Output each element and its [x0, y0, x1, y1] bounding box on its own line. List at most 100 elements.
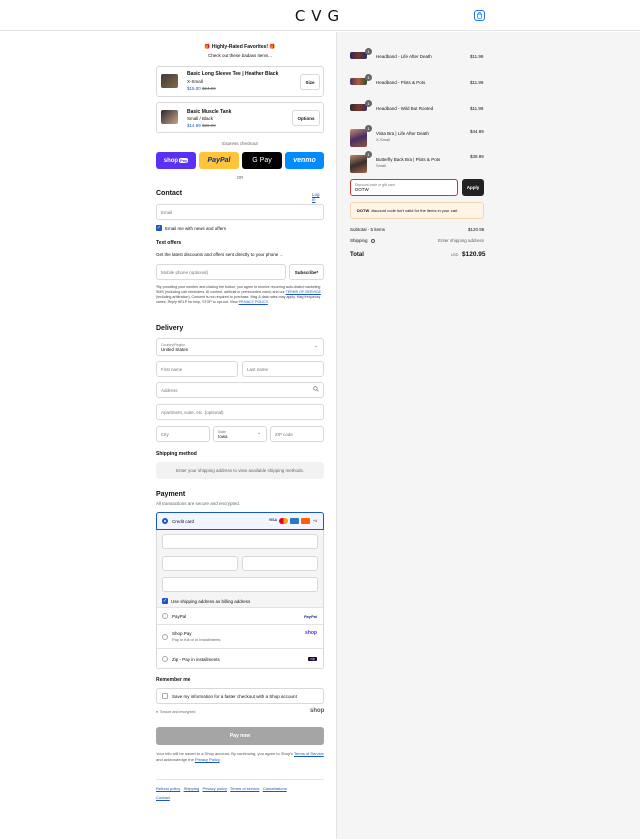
cart-bag-button[interactable]: [474, 10, 485, 21]
card-form: ✓ Use shipping address as billing addres…: [157, 530, 323, 607]
upsell-price: $14.99: [187, 123, 201, 128]
upsell-item: Basic Long Sleeve Tee | Heather Black X-…: [156, 66, 324, 97]
discover-icon: [301, 518, 310, 524]
payment-methods: Credit card VISA +4 ✓ Use shipping addre…: [156, 512, 324, 669]
footer-link-terms[interactable]: Terms of service: [230, 786, 259, 791]
terms-link[interactable]: TERMS OF SERVICE: [286, 290, 321, 294]
country-value: United States: [161, 346, 189, 352]
zip-option[interactable]: Zip - Pay in installments zip: [157, 648, 323, 669]
lock-icon: ●: [156, 710, 159, 714]
shipping-value: Enter shipping address: [438, 238, 485, 243]
cart-item: 1 Vista Bra | Life After Death X-Small: [350, 125, 485, 149]
info-icon[interactable]: [370, 238, 375, 243]
upsell-name: Basic Muscle Tank: [187, 109, 232, 115]
zip-field[interactable]: ZIP code: [270, 426, 324, 442]
chevron-down-icon: ⌄: [278, 252, 284, 257]
text-offers-title: Text offers: [156, 240, 182, 246]
zip-radio[interactable]: [162, 656, 168, 662]
upsell-compare-price: $24.99: [202, 86, 216, 91]
shop-pay-option[interactable]: Shop Pay Pay in full or in installments …: [157, 624, 323, 648]
credit-card-option[interactable]: Credit card VISA +4: [156, 512, 324, 530]
email-field[interactable]: Email: [156, 204, 324, 220]
shop-pay-radio[interactable]: [162, 633, 168, 640]
paypal-radio[interactable]: [162, 613, 168, 619]
upsell-variant: Small / Black: [187, 116, 214, 121]
cart-item-price: $11.99: [470, 54, 484, 59]
mobile-phone-field[interactable]: Mobile phone (optional): [156, 264, 286, 280]
remember-me-option[interactable]: Save my information for a faster checkou…: [156, 688, 324, 704]
cart-item-variant: X-Small: [376, 137, 391, 142]
chevron-down-icon: ⌄: [314, 343, 319, 349]
footer-link-privacy[interactable]: Privacy policy: [203, 786, 227, 791]
footer-link-contact[interactable]: Contact: [156, 795, 170, 800]
country-select[interactable]: Country/Region United States: [156, 338, 324, 356]
cart-item: 1 Headband - Life After Death: [350, 48, 485, 64]
upsell-variant: X-Small: [187, 79, 203, 84]
google-pay-button[interactable]: G Pay: [242, 152, 282, 169]
upsell-name: Basic Long Sleeve Tee | Heather Black: [187, 71, 279, 77]
product-thumbnail: [350, 155, 367, 173]
footer-link-cancellations[interactable]: Cancellations: [263, 786, 287, 791]
apartment-field[interactable]: Apartment, suite, etc. (optional): [156, 404, 324, 420]
options-button[interactable]: Options: [292, 110, 320, 126]
news-label: Email me with news and offers: [165, 225, 226, 231]
footer-links: Refund policy Shipping Privacy policy Te…: [156, 784, 324, 802]
name-on-card-field[interactable]: [162, 577, 318, 592]
cart-item-name: Headband - Wild But Rooted: [376, 106, 434, 111]
security-code-field[interactable]: [242, 556, 318, 571]
news-checkbox[interactable]: ✓: [156, 225, 162, 231]
shop-privacy-link[interactable]: Privacy Policy: [195, 757, 220, 762]
subscribe-button[interactable]: Subscribe*: [289, 264, 324, 280]
billing-checkbox-row[interactable]: ✓ Use shipping address as billing addres…: [162, 598, 250, 604]
cart-item-name: Butterfly Back Bra | Plots & Pots: [376, 157, 441, 162]
last-name-field[interactable]: Last name: [242, 361, 324, 377]
address-field[interactable]: Address: [156, 382, 324, 398]
state-value: Iowa: [218, 433, 228, 439]
card-number-field[interactable]: [162, 534, 318, 549]
login-link[interactable]: Log in: [312, 192, 324, 202]
shipping-method-title: Shipping method: [156, 451, 197, 457]
shop-terms-link[interactable]: Terms of Service: [294, 751, 324, 756]
remember-checkbox[interactable]: [162, 693, 168, 699]
pay-now-button[interactable]: Pay now: [156, 727, 324, 745]
total-value: $120.95: [462, 251, 486, 258]
contact-title: Contact: [156, 190, 183, 197]
zip-logo: zip: [308, 657, 317, 661]
billing-checkbox[interactable]: ✓: [162, 598, 168, 604]
apply-button[interactable]: Apply: [462, 179, 484, 196]
product-thumbnail: [161, 74, 178, 88]
more-cards-badge: +4: [313, 519, 317, 523]
footer-link-refund[interactable]: Refund policy: [156, 786, 180, 791]
quantity-badge: 1: [365, 74, 372, 81]
size-button[interactable]: Size: [300, 74, 320, 90]
news-checkbox-row[interactable]: ✓ Email me with news and offers: [156, 225, 226, 231]
store-logo[interactable]: CVG: [0, 7, 640, 25]
discount-error: DOTW discount code isn't valid for the i…: [350, 202, 484, 219]
upsell-title: 🎁 Highly-Rated Favorites! 🎁: [204, 44, 276, 50]
credit-card-radio[interactable]: [162, 518, 168, 524]
cart-item-name: Headband - Plots & Pots: [376, 80, 426, 85]
cart-item-name: Vista Bra | Life After Death: [376, 131, 429, 136]
expiration-field[interactable]: [162, 556, 238, 571]
footer-link-shipping[interactable]: Shipping: [184, 786, 200, 791]
privacy-link[interactable]: PRIVACY POLICY: [239, 300, 268, 304]
cart-item-variant: Small: [376, 163, 387, 168]
shipping-method-placeholder: Enter your shipping address to view avai…: [156, 462, 324, 479]
paypal-option[interactable]: PayPal PayPal: [157, 607, 323, 624]
paypal-logo: PayPal: [303, 613, 317, 619]
subtotal-label: Subtotal · 5 items: [350, 227, 386, 232]
header: CVG: [0, 0, 640, 31]
shop-pay-button[interactable]: shop Pay: [156, 152, 196, 169]
discount-code-field[interactable]: Discount code or gift card DOTW: [350, 179, 458, 196]
discount-code-value: DOTW: [355, 187, 369, 192]
first-name-field[interactable]: First name: [156, 361, 238, 377]
paypal-button[interactable]: PayPal: [199, 152, 239, 169]
cart-item-name: Headband - Life After Death: [376, 54, 432, 59]
currency-code: USD: [451, 253, 459, 257]
legal-text: Your info will be saved to a Shop accoun…: [156, 751, 324, 762]
cart-item-price: $44.99: [470, 129, 484, 134]
subtotal-value: $120.95: [468, 227, 485, 232]
venmo-button[interactable]: venmo: [285, 152, 324, 169]
total-label: Total: [350, 252, 364, 258]
city-field[interactable]: City: [156, 426, 210, 442]
